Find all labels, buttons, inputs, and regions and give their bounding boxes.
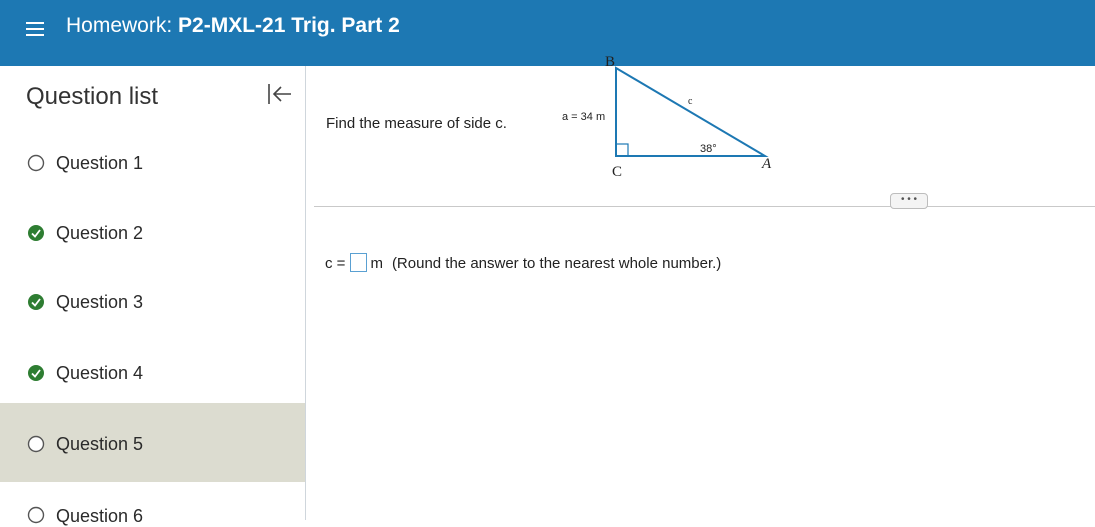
unanswered-circle-icon	[27, 154, 45, 172]
content-divider	[314, 206, 1095, 207]
vertex-label-b: B	[605, 54, 615, 70]
collapse-sidebar-icon[interactable]	[266, 82, 292, 106]
question-item-3[interactable]: Question 3	[0, 269, 305, 339]
answer-unit: m	[370, 255, 383, 272]
question-item-1[interactable]: Question 1	[0, 130, 305, 200]
page-title: Homework: P2-MXL-21 Trig. Part 2	[66, 14, 400, 38]
check-complete-icon	[28, 365, 44, 381]
check-complete-icon	[28, 225, 44, 241]
answer-hint: (Round the answer to the nearest whole n…	[391, 255, 722, 272]
question-list-title: Question list	[26, 83, 159, 110]
vertex-label-a: A	[761, 156, 772, 172]
question-label: Question 3	[56, 292, 144, 312]
answer-input[interactable]	[350, 253, 368, 272]
page-title-prefix: Homework:	[66, 14, 173, 37]
top-header: Homework: P2-MXL-21 Trig. Part 2	[0, 0, 1095, 66]
check-complete-icon	[28, 294, 44, 310]
more-options-button[interactable]: • • •	[890, 193, 928, 209]
question-item-4[interactable]: Question 4	[0, 340, 305, 410]
question-prompt: Find the measure of side c.	[326, 115, 507, 132]
answer-prefix: c =	[325, 255, 346, 272]
question-label: Question 4	[56, 363, 144, 383]
question-label: Question 1	[56, 153, 144, 173]
unanswered-circle-icon	[27, 506, 45, 524]
question-label: Question 2	[56, 223, 144, 243]
assignment-name: P2-MXL-21 Trig. Part 2	[178, 14, 400, 37]
right-triangle-figure: B C A a = 34 m c 38°	[562, 54, 772, 180]
question-label: Question 5	[56, 434, 144, 454]
angle-label: 38°	[700, 143, 717, 155]
side-a-label: a = 34 m	[562, 111, 605, 123]
side-c-label: c	[688, 96, 693, 107]
question-item-5[interactable]: Question 5	[0, 403, 305, 482]
hamburger-menu-icon[interactable]	[26, 22, 44, 38]
question-list-sidebar: Question list Question 1 Question 2 Ques…	[0, 66, 306, 526]
question-item-6[interactable]: Question 6	[0, 482, 305, 526]
question-item-2[interactable]: Question 2	[0, 200, 305, 270]
question-label: Question 6	[56, 506, 144, 526]
answer-row: c = m (Round the answer to the nearest who…	[325, 253, 721, 272]
unanswered-circle-icon	[27, 435, 45, 453]
vertex-label-c: C	[612, 164, 622, 180]
